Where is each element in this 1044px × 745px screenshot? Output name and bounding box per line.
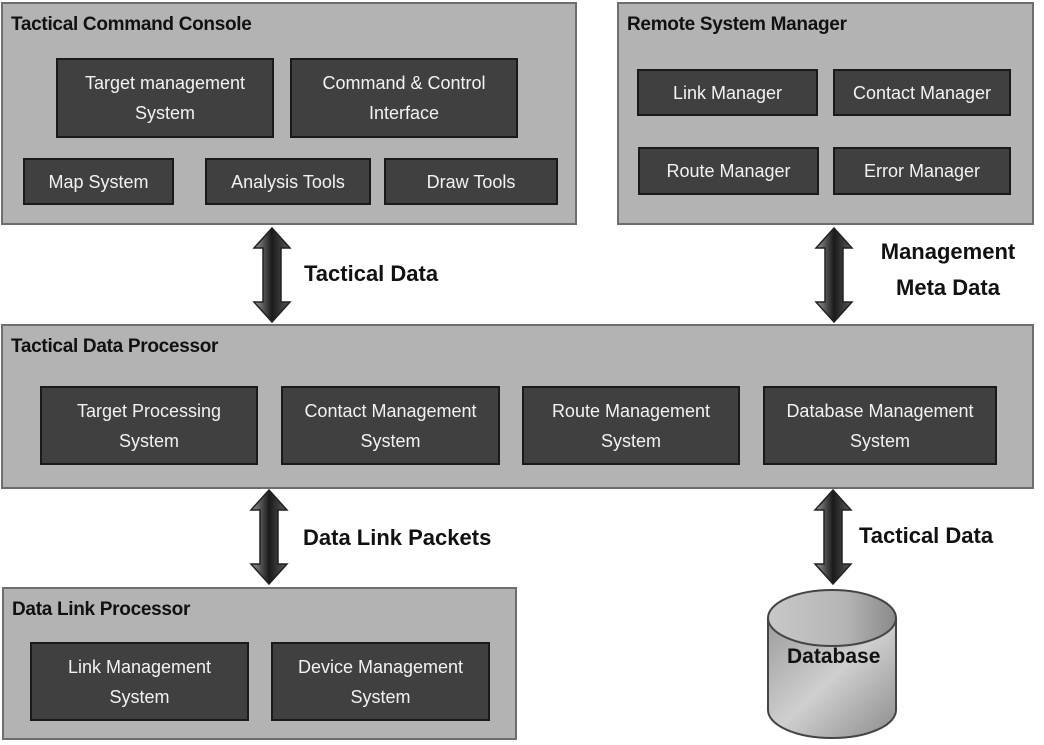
module-link-management-system[interactable]: Link Management System — [30, 642, 249, 721]
module-contact-manager[interactable]: Contact Manager — [833, 69, 1011, 116]
module-label: Contact Management — [304, 400, 477, 421]
module-label: Map System — [48, 171, 149, 192]
module-label: Target Processing — [76, 400, 222, 421]
module-label: Interface — [368, 103, 440, 123]
panel-title: Data Link Processor — [12, 599, 191, 620]
module-label: Link Management — [67, 656, 212, 677]
module-link-manager[interactable]: Link Manager — [637, 69, 818, 116]
flow-label-tactical-data-db: Tactical Data — [859, 523, 994, 548]
module-command-control-interface[interactable]: Command & Control Interface — [290, 58, 518, 138]
bidirectional-arrow-icon — [252, 226, 292, 324]
module-label: System — [350, 686, 411, 707]
module-label: Error Manager — [863, 161, 981, 181]
tactical-data-processor-panel: Tactical Data Processor Target Processin… — [1, 324, 1034, 489]
tactical-command-console-panel: Tactical Command Console Target manageme… — [1, 2, 577, 225]
module-label: Link Manager — [672, 82, 783, 103]
module-label: System — [134, 103, 195, 123]
module-label: Database Management — [786, 400, 974, 421]
module-contact-management-system[interactable]: Contact Management System — [281, 386, 500, 465]
module-label: Route Manager — [666, 161, 791, 181]
data-link-processor-panel: Data Link Processor Link Management Syst… — [2, 587, 517, 740]
module-label: System — [118, 430, 179, 451]
module-label: Device Management — [297, 656, 464, 677]
panel-title: Remote System Manager — [627, 14, 847, 35]
panel-title: Tactical Command Console — [11, 14, 252, 35]
module-label: System — [849, 430, 910, 451]
module-database-management-system[interactable]: Database Management System — [763, 386, 997, 465]
module-label: Route Management — [551, 400, 711, 421]
module-label: System — [109, 686, 170, 707]
database-label: Database — [787, 645, 881, 668]
module-label: Command & Control — [322, 73, 486, 93]
module-draw-tools[interactable]: Draw Tools — [384, 158, 558, 205]
bidirectional-arrow-icon — [814, 226, 854, 324]
bidirectional-arrow-icon — [813, 488, 853, 586]
module-target-processing-system[interactable]: Target Processing System — [40, 386, 258, 465]
module-error-manager[interactable]: Error Manager — [833, 147, 1011, 195]
module-label: System — [600, 430, 661, 451]
module-map-system[interactable]: Map System — [23, 158, 174, 205]
module-route-management-system[interactable]: Route Management System — [522, 386, 740, 465]
module-label: Target management — [84, 73, 246, 93]
bidirectional-arrow-icon — [249, 488, 289, 586]
module-route-manager[interactable]: Route Manager — [638, 147, 819, 195]
module-label: System — [360, 430, 421, 451]
flow-label-data-link-packets: Data Link Packets — [303, 525, 492, 550]
module-analysis-tools[interactable]: Analysis Tools — [205, 158, 371, 205]
module-label: Analysis Tools — [231, 171, 345, 192]
module-label: Contact Manager — [852, 82, 992, 103]
module-device-management-system[interactable]: Device Management System — [271, 642, 490, 721]
module-target-management-system[interactable]: Target management System — [56, 58, 274, 138]
flow-label-management-meta-data: Management Meta Data — [880, 239, 1016, 300]
flow-label-tactical-data: Tactical Data — [304, 261, 439, 286]
remote-system-manager-panel: Remote System Manager Link Manager Conta… — [617, 2, 1034, 225]
module-label: Draw Tools — [426, 171, 516, 192]
panel-title: Tactical Data Processor — [11, 336, 219, 357]
